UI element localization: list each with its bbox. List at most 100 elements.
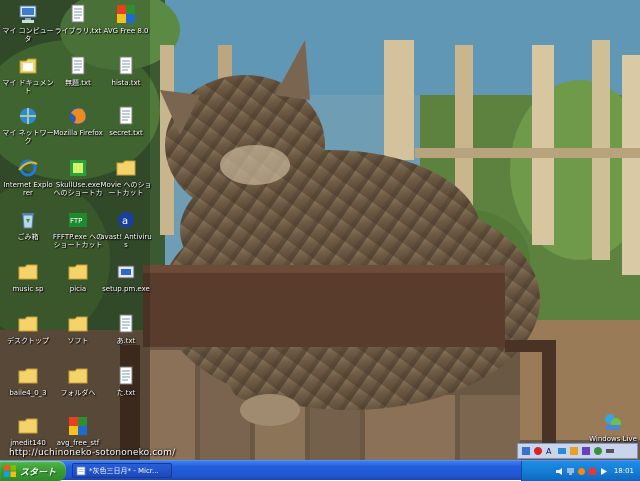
folder-he-icon[interactable]: フォルダへ: [52, 364, 104, 416]
jmedit-folder-icon[interactable]: jmedit140: [2, 414, 54, 466]
desktop-icon-label: ソフト: [67, 337, 89, 345]
desktop-icon-label: Movie へのショートカット: [100, 181, 152, 197]
dictionary-icon[interactable]: [557, 446, 567, 456]
documents-icon: [19, 58, 37, 74]
soft-folder-icon[interactable]: ソフト: [52, 312, 104, 364]
desktop-icon-label: baile4_0_3: [9, 389, 47, 397]
desktop-icon-label: music sp: [12, 285, 44, 293]
library-txt-icon[interactable]: ライブラリ.txt: [52, 2, 104, 54]
language-bar[interactable]: A: [517, 443, 638, 459]
tool-icon[interactable]: [581, 446, 591, 456]
avg-icon: [117, 5, 135, 23]
ime-icon[interactable]: A: [545, 446, 555, 456]
untitled-txt-icon[interactable]: 無題.txt: [52, 54, 104, 106]
ta-txt-icon[interactable]: た.txt: [100, 364, 152, 416]
internet-explorer-icon[interactable]: Internet Explorer: [2, 156, 54, 208]
ffftp-icon: FTP: [69, 213, 87, 227]
folder-icon: [68, 264, 88, 280]
desktop-icon-label: jmedit140: [10, 439, 46, 447]
mozilla-firefox-icon[interactable]: Mozilla Firefox: [52, 104, 104, 156]
taskbar: スタート *灰色三日月* - Micr... 18:01: [0, 460, 640, 481]
hista-txt-icon[interactable]: hista.txt: [100, 54, 152, 106]
firefox-icon: [69, 107, 87, 125]
language-bar-grip-icon[interactable]: [521, 446, 531, 456]
avg-free-icon[interactable]: AVG Free 8.0: [100, 2, 152, 54]
text-file-icon: [119, 366, 133, 385]
desktop-icon-label: た.txt: [116, 389, 136, 397]
options-icon[interactable]: [605, 446, 615, 456]
taskbar-window-button[interactable]: *灰色三日月* - Micr...: [72, 463, 172, 478]
desktop-icon-label: マイ ドキュメント: [2, 79, 54, 95]
ffftp-shortcut-icon[interactable]: FTP FFFTP.exe へのショートカット: [52, 208, 104, 260]
computer-icon: [19, 5, 37, 23]
desktop-icon-label: デスクトップ: [7, 337, 49, 345]
desktop-icon-label: setup.pm.exe: [102, 285, 150, 293]
input-mode-icon[interactable]: [533, 446, 543, 456]
movie-shortcut-icon[interactable]: Movie へのショートカット: [100, 156, 152, 208]
avg-tray-icon[interactable]: [588, 467, 597, 476]
installer-icon: [69, 417, 87, 435]
pad-icon[interactable]: [569, 446, 579, 456]
a-txt-icon[interactable]: あ.txt: [100, 312, 152, 364]
desktop-icon-label: 無題.txt: [65, 79, 91, 87]
setup-pm-exe-icon[interactable]: setup.pm.exe: [100, 260, 152, 312]
site-url-watermark: http://uchinoneko-sotononeko.com/: [9, 448, 176, 458]
secret-txt-icon[interactable]: secret.txt: [100, 104, 152, 156]
folder-icon: [18, 316, 38, 332]
picia-folder-icon[interactable]: picia: [52, 260, 104, 312]
folder-icon: [68, 368, 88, 384]
desktop-icon-label: FFFTP.exe へのショートカット: [52, 233, 104, 249]
svg-text:FTP: FTP: [70, 217, 82, 225]
desktop-icon-label: hista.txt: [111, 79, 141, 87]
desktop-icon-label: ライブラリ.txt: [54, 27, 102, 35]
avast-icon: a: [118, 212, 134, 228]
desktop-icon-label: avast! Antivirus: [100, 233, 152, 249]
text-file-icon: [119, 106, 133, 125]
desktop-icon-label: picia: [69, 285, 87, 293]
network-icon: [20, 108, 36, 124]
app-green-icon: [70, 160, 86, 176]
setup-icon: [117, 265, 135, 279]
avast-antivirus-icon[interactable]: a avast! Antivirus: [100, 208, 152, 260]
my-network-icon[interactable]: マイ ネットワーク: [2, 104, 54, 156]
desktop-folder-icon[interactable]: デスクトップ: [2, 312, 54, 364]
text-file-icon: [71, 4, 85, 23]
folder-icon: [116, 160, 136, 176]
system-tray: 18:01: [521, 461, 640, 481]
text-file-icon: [119, 56, 133, 75]
recycle-bin-icon[interactable]: ごみ箱: [2, 208, 54, 260]
recycle-icon: [22, 213, 34, 229]
desktop-icon-label: Windows Live: [589, 435, 637, 443]
folder-icon: [18, 368, 38, 384]
svg-text:a: a: [122, 216, 128, 227]
desktop-icon-label: マイ ネットワーク: [2, 129, 54, 145]
media-tray-icon[interactable]: [599, 467, 608, 476]
desktop-icon-label: フォルダへ: [60, 389, 96, 397]
music-sp-folder-icon[interactable]: music sp: [2, 260, 54, 312]
folder-icon: [18, 264, 38, 280]
baile4-folder-icon[interactable]: baile4_0_3: [2, 364, 54, 416]
folder-icon: [18, 418, 38, 434]
windows-flag-icon: [4, 465, 16, 477]
ie-icon: [18, 159, 38, 177]
notepad-icon: [76, 466, 86, 475]
desktop-icon-label: AVG Free 8.0: [103, 27, 149, 35]
desktop-icon-label: ごみ箱: [17, 233, 39, 241]
svg-text:A: A: [546, 447, 552, 456]
volume-icon[interactable]: [555, 467, 564, 476]
avg-free-stf-icon[interactable]: avg_free_stf_...: [52, 414, 104, 466]
desktop-icon-label: マイ コンピュータ: [2, 27, 54, 43]
skulluse-shortcut-icon[interactable]: SkullUse.exe へのショートカ: [52, 156, 104, 208]
my-computer-icon[interactable]: マイ コンピュータ: [2, 2, 54, 54]
desktop-icon-label: secret.txt: [109, 129, 143, 137]
text-file-icon: [119, 314, 133, 333]
help-icon[interactable]: [593, 446, 603, 456]
my-documents-icon[interactable]: マイ ドキュメント: [2, 54, 54, 106]
start-label: スタート: [20, 467, 57, 478]
network-tray-icon[interactable]: [566, 467, 575, 476]
windows-live-icon: [605, 414, 621, 430]
start-button[interactable]: スタート: [0, 461, 66, 481]
taskbar-window-title: *灰色三日月* - Micr...: [89, 466, 159, 475]
clock[interactable]: 18:01: [614, 467, 634, 475]
antivirus-tray-icon[interactable]: [577, 467, 586, 476]
